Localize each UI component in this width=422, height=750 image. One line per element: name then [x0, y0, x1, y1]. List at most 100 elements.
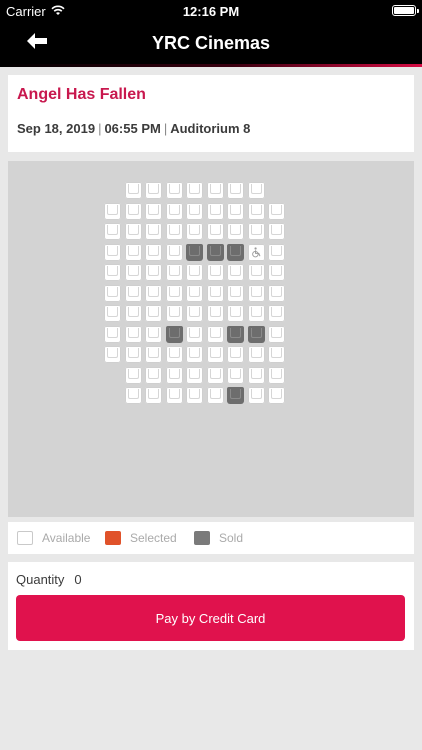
available-seat[interactable]	[206, 305, 224, 322]
available-seat[interactable]	[124, 387, 142, 404]
available-seat[interactable]	[247, 387, 265, 404]
available-seat[interactable]	[145, 264, 162, 281]
available-seat[interactable]	[206, 387, 224, 404]
available-seat[interactable]	[104, 305, 121, 322]
available-seat[interactable]	[145, 202, 162, 220]
available-seat[interactable]	[206, 284, 224, 302]
available-seat[interactable]	[206, 366, 224, 384]
seat-row	[104, 243, 304, 261]
available-seat[interactable]	[145, 305, 162, 322]
available-seat[interactable]	[186, 387, 203, 404]
available-seat[interactable]	[165, 182, 183, 199]
available-seat[interactable]	[247, 223, 265, 240]
wheelchair-seat[interactable]	[247, 243, 265, 261]
checkout-panel: Quantity 0 Pay by Credit Card	[8, 562, 414, 650]
available-seat[interactable]	[247, 202, 265, 220]
available-seat[interactable]	[124, 305, 142, 322]
available-seat[interactable]	[186, 346, 203, 363]
available-seat[interactable]	[186, 305, 203, 322]
sold-seat	[186, 243, 203, 261]
available-seat[interactable]	[124, 182, 142, 199]
available-seat[interactable]	[124, 325, 142, 343]
available-seat[interactable]	[104, 223, 121, 240]
available-seat[interactable]	[124, 366, 142, 384]
available-seat[interactable]	[124, 346, 142, 363]
available-seat[interactable]	[268, 243, 285, 261]
available-seat[interactable]	[104, 325, 121, 343]
available-seat[interactable]	[165, 366, 183, 384]
available-seat[interactable]	[227, 202, 244, 220]
available-seat[interactable]	[227, 223, 244, 240]
available-seat[interactable]	[227, 284, 244, 302]
available-seat[interactable]	[247, 264, 265, 281]
available-seat[interactable]	[124, 284, 142, 302]
available-seat[interactable]	[268, 387, 285, 404]
available-seat[interactable]	[268, 325, 285, 343]
available-seat[interactable]	[104, 202, 121, 220]
available-seat[interactable]	[206, 182, 224, 199]
available-seat[interactable]	[206, 325, 224, 343]
available-seat[interactable]	[186, 284, 203, 302]
available-seat[interactable]	[165, 387, 183, 404]
available-seat[interactable]	[145, 243, 162, 261]
available-seat-icon	[17, 531, 33, 545]
available-seat[interactable]	[165, 305, 183, 322]
available-seat[interactable]	[247, 182, 265, 199]
available-seat[interactable]	[165, 223, 183, 240]
available-seat[interactable]	[268, 346, 285, 363]
available-seat[interactable]	[165, 264, 183, 281]
available-seat[interactable]	[104, 284, 121, 302]
available-seat[interactable]	[227, 264, 244, 281]
available-seat[interactable]	[268, 366, 285, 384]
available-seat[interactable]	[145, 346, 162, 363]
available-seat[interactable]	[247, 284, 265, 302]
available-seat[interactable]	[247, 366, 265, 384]
available-seat[interactable]	[104, 264, 121, 281]
available-seat[interactable]	[206, 202, 224, 220]
pay-credit-card-button[interactable]: Pay by Credit Card	[16, 595, 405, 641]
available-seat[interactable]	[186, 223, 203, 240]
available-seat[interactable]	[145, 366, 162, 384]
movie-title: Angel Has Fallen	[17, 86, 146, 103]
available-seat[interactable]	[124, 243, 142, 261]
available-seat[interactable]	[227, 346, 244, 363]
available-seat[interactable]	[124, 223, 142, 240]
legend-sold-label: Sold	[219, 531, 244, 545]
available-seat[interactable]	[145, 284, 162, 302]
available-seat[interactable]	[186, 366, 203, 384]
available-seat[interactable]	[227, 366, 244, 384]
available-seat[interactable]	[104, 243, 121, 261]
available-seat[interactable]	[104, 346, 121, 363]
available-seat[interactable]	[186, 264, 203, 281]
legend-sold: Sold	[194, 531, 243, 545]
available-seat[interactable]	[186, 202, 203, 220]
available-seat[interactable]	[124, 264, 142, 281]
seat-map	[8, 161, 414, 517]
available-seat[interactable]	[145, 387, 162, 404]
available-seat[interactable]	[268, 202, 285, 220]
available-seat[interactable]	[268, 284, 285, 302]
available-seat[interactable]	[247, 305, 265, 322]
available-seat[interactable]	[186, 325, 203, 343]
available-seat[interactable]	[227, 305, 244, 322]
available-seat[interactable]	[268, 264, 285, 281]
available-seat[interactable]	[165, 202, 183, 220]
available-seat[interactable]	[145, 182, 162, 199]
available-seat[interactable]	[165, 284, 183, 302]
available-seat[interactable]	[206, 264, 224, 281]
available-seat[interactable]	[206, 346, 224, 363]
available-seat[interactable]	[227, 182, 244, 199]
battery-icon	[392, 5, 419, 16]
seat-row	[104, 325, 304, 343]
seat-row	[104, 202, 304, 220]
available-seat[interactable]	[186, 182, 203, 199]
available-seat[interactable]	[247, 346, 265, 363]
available-seat[interactable]	[145, 325, 162, 343]
available-seat[interactable]	[268, 305, 285, 322]
available-seat[interactable]	[165, 243, 183, 261]
available-seat[interactable]	[145, 223, 162, 240]
available-seat[interactable]	[124, 202, 142, 220]
available-seat[interactable]	[206, 223, 224, 240]
available-seat[interactable]	[165, 346, 183, 363]
available-seat[interactable]	[268, 223, 285, 240]
